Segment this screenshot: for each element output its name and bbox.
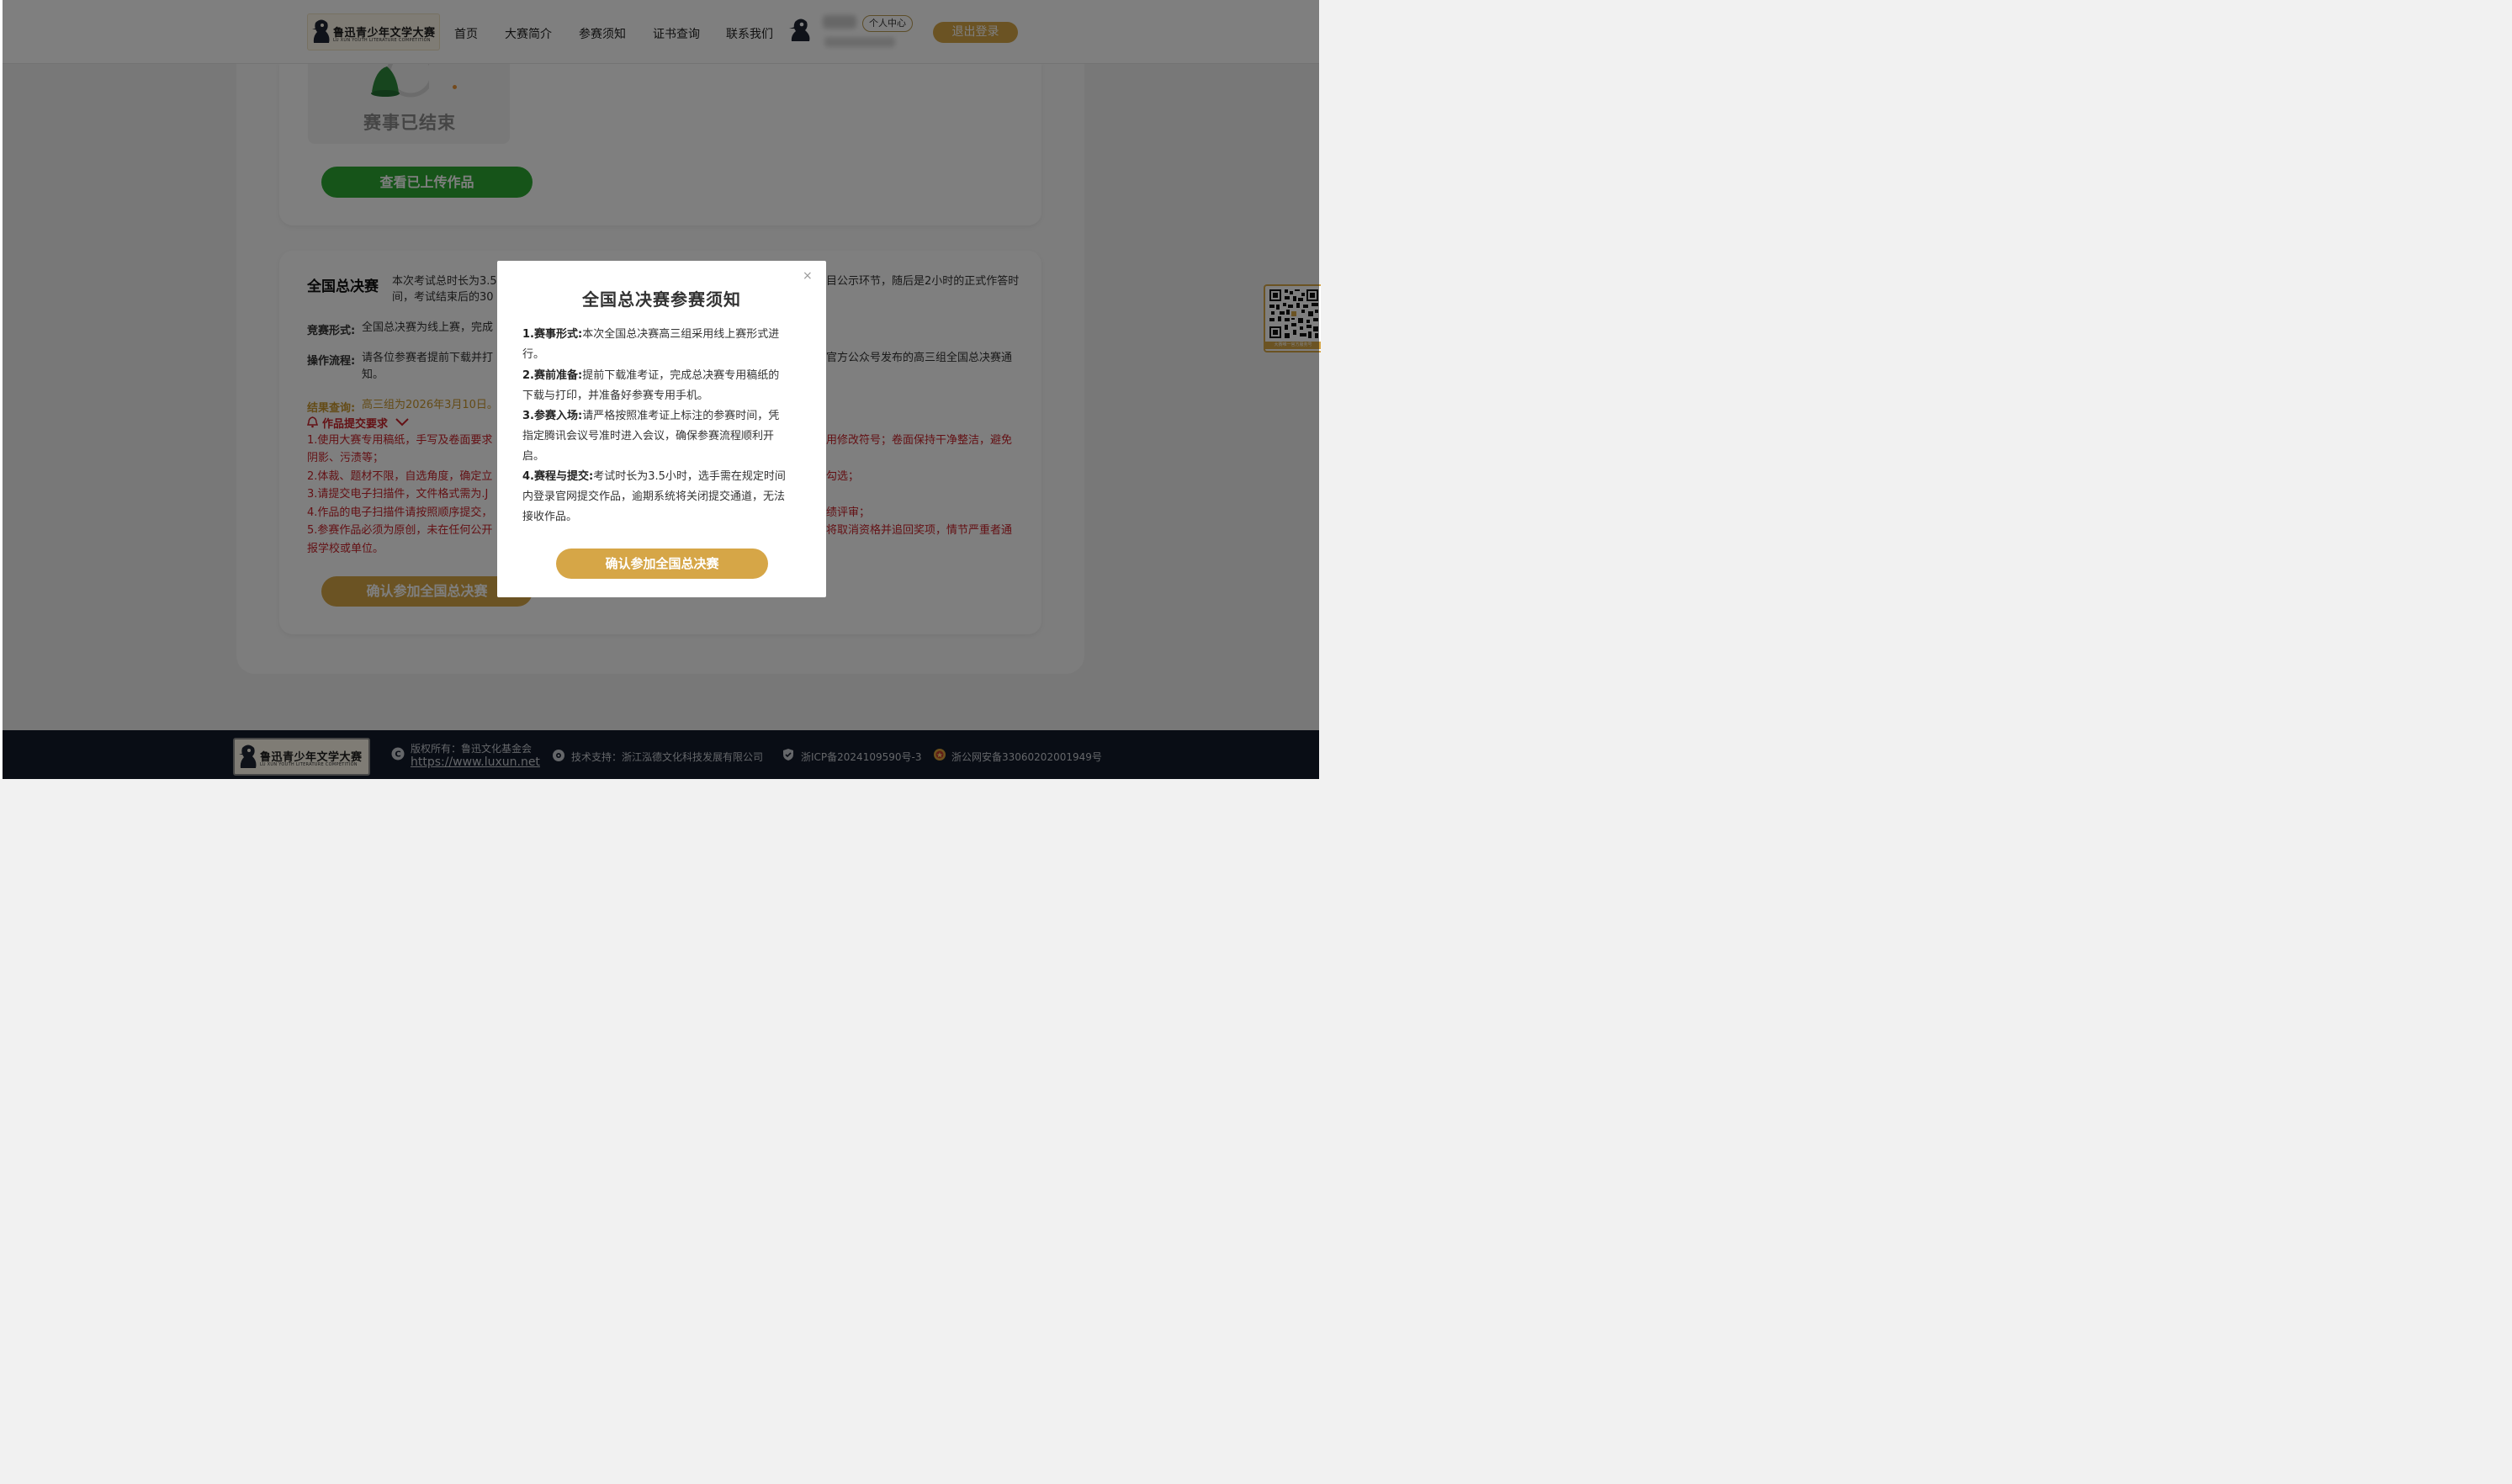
modal-item-preparation: 2.赛前准备:提前下载准考证，完成总决赛专用稿纸的: [522, 366, 779, 386]
modal-item-text: 行。: [522, 348, 545, 361]
modal-item-format: 1.赛事形式:本次全国总决赛高三组采用线上赛形式进: [522, 325, 779, 345]
close-icon[interactable]: ×: [803, 269, 813, 283]
modal-item-label: 2.赛前准备:: [522, 369, 583, 382]
modal-confirm-button[interactable]: 确认参加全国总决赛: [556, 549, 768, 579]
modal-item-text: 接收作品。: [522, 511, 578, 523]
modal-item-label: 3.参赛入场:: [522, 410, 583, 422]
modal-item-text: 下载与打印，并准备好参赛专用手机。: [522, 390, 709, 402]
modal-item-text: 提前下载准考证，完成总决赛专用稿纸的: [582, 369, 780, 382]
modal-item-text: 指定腾讯会议号准时进入会议，确保参赛流程顺利开: [522, 430, 775, 443]
modal-item-entry: 3.参赛入场:请严格按照准考证上标注的参赛时间，凭: [522, 406, 779, 427]
modal-item-schedule: 4.赛程与提交:考试时长为3.5小时，选手需在规定时间: [522, 467, 786, 487]
modal-item-text: 启。: [522, 450, 545, 463]
modal-item-text: 内登录官网提交作品，逾期系统将关闭提交通道，无法: [522, 490, 786, 503]
modal-item-label: 4.赛程与提交:: [522, 470, 594, 483]
modal-item-text: 本次全国总决赛高三组采用线上赛形式进: [582, 328, 780, 341]
modal-item-label: 1.赛事形式:: [522, 328, 583, 341]
modal-title: 全国总决赛参赛须知: [582, 289, 741, 310]
modal-item-text: 考试时长为3.5小时，选手需在规定时间: [593, 470, 786, 483]
frame-edge: [0, 0, 3, 779]
modal-item-text: 请严格按照准考证上标注的参赛时间，凭: [582, 410, 780, 422]
